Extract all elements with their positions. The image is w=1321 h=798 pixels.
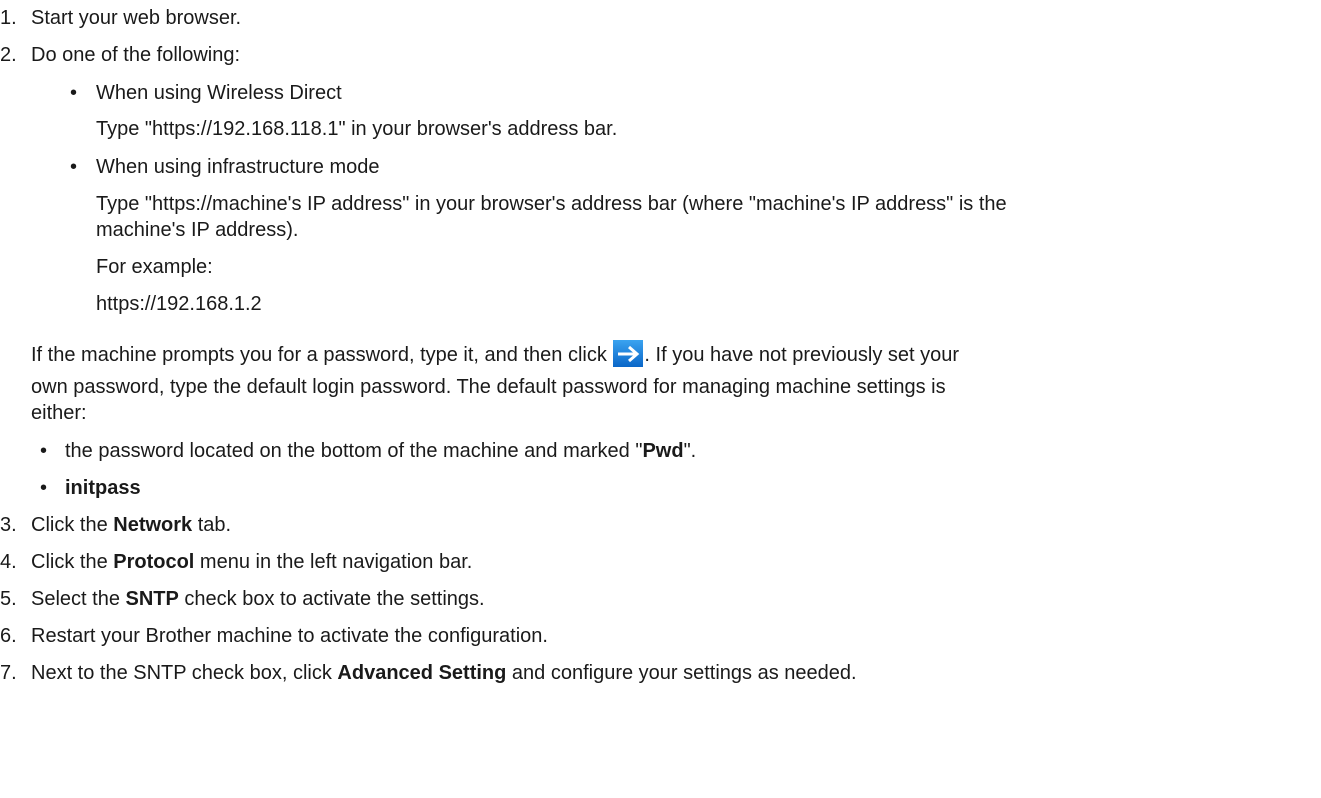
- password-note-line-2: own password, type the default login pas…: [31, 376, 946, 398]
- step-text: Restart your Brother machine to activate…: [31, 625, 548, 647]
- note-text: If the machine prompts you for a passwor…: [31, 344, 613, 366]
- step-number: 7.: [0, 662, 17, 684]
- arrow-right-icon: [613, 340, 644, 367]
- substep-title: When using infrastructure mode: [96, 156, 380, 178]
- option-text: initpass: [65, 477, 141, 499]
- bullet: •: [70, 156, 78, 178]
- substep-detail-line-1: Type "https://machine's IP address" in y…: [96, 193, 1007, 215]
- substep-detail-line-2: machine's IP address).: [96, 219, 299, 241]
- step-number: 1.: [0, 7, 17, 29]
- step-text: Start your web browser.: [31, 7, 242, 29]
- bullet: •: [40, 477, 48, 499]
- step-text: Click the Protocol menu in the left navi…: [31, 551, 473, 573]
- option-text: the password located on the bottom of th…: [65, 440, 697, 462]
- step-number: 6.: [0, 625, 17, 647]
- step-text: Next to the SNTP check box, click Advanc…: [31, 662, 857, 684]
- step-number: 3.: [0, 514, 17, 536]
- note-text: . If you have not previously set your: [644, 344, 960, 366]
- step-text: Click the Network tab.: [31, 514, 232, 536]
- password-note-line-3: either:: [31, 402, 87, 424]
- example-value: https://192.168.1.2: [96, 293, 262, 315]
- example-label: For example:: [96, 256, 213, 278]
- bullet: •: [70, 82, 78, 104]
- password-note-line-1: If the machine prompts you for a passwor…: [31, 340, 959, 367]
- step-number: 5.: [0, 588, 17, 610]
- substep-detail: Type "https://192.168.118.1" in your bro…: [96, 118, 618, 140]
- step-number: 4.: [0, 551, 17, 573]
- substep-title: When using Wireless Direct: [96, 82, 342, 104]
- step-text: Do one of the following:: [31, 44, 241, 66]
- bullet: •: [40, 440, 48, 462]
- step-number: 2.: [0, 44, 17, 66]
- step-text: Select the SNTP check box to activate th…: [31, 588, 485, 610]
